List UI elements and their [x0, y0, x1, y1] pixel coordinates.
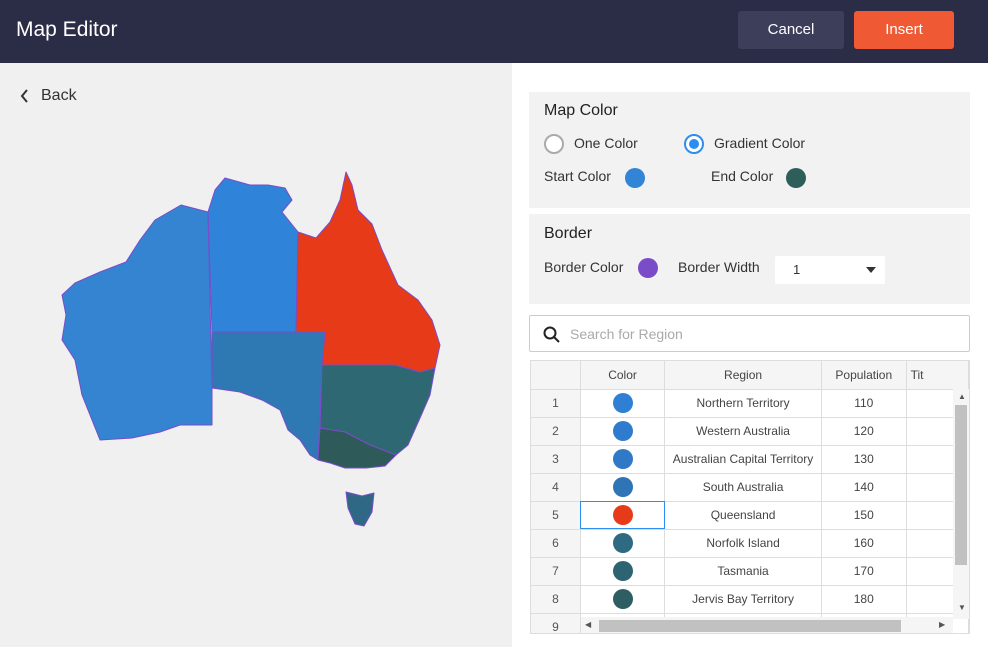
- region-cell[interactable]: South Australia: [664, 473, 822, 502]
- row-number: 2: [531, 417, 581, 446]
- table-row[interactable]: 3 Australian Capital Territory 130: [531, 445, 969, 474]
- table-row[interactable]: 7 Tasmania 170: [531, 557, 969, 586]
- population-cell[interactable]: 150: [821, 501, 907, 530]
- row-number: 6: [531, 529, 581, 558]
- corner-cell: [531, 361, 581, 390]
- border-width-value: 1: [793, 262, 801, 277]
- start-color-swatch[interactable]: [625, 168, 645, 188]
- table-row[interactable]: 2 Western Australia 120: [531, 417, 969, 446]
- map-region-western-australia[interactable]: [61, 204, 213, 441]
- border-panel: Border Border Color Border Width 1: [529, 214, 970, 304]
- color-swatch[interactable]: [612, 589, 633, 609]
- gradient-color-radio[interactable]: [684, 134, 704, 154]
- scroll-left-icon[interactable]: ◀: [585, 620, 591, 629]
- color-cell[interactable]: [580, 585, 666, 614]
- population-cell[interactable]: 110: [821, 389, 907, 418]
- population-cell[interactable]: 140: [821, 473, 907, 502]
- color-swatch[interactable]: [612, 561, 633, 581]
- region-table: Color Region Population Tit 1 Northern Te…: [530, 360, 970, 634]
- scroll-up-icon[interactable]: ▲: [958, 392, 966, 401]
- column-header-population[interactable]: Population: [821, 361, 907, 390]
- color-swatch[interactable]: [612, 533, 633, 553]
- color-swatch[interactable]: [612, 477, 633, 497]
- map-color-panel: Map Color One Color Gradient Color Start…: [529, 92, 970, 208]
- insert-button[interactable]: Insert: [854, 11, 954, 49]
- scroll-right-icon[interactable]: ▶: [939, 620, 945, 629]
- color-swatch[interactable]: [612, 421, 633, 441]
- region-cell[interactable]: Australian Capital Territory: [664, 445, 822, 474]
- region-cell[interactable]: Queensland: [664, 501, 822, 530]
- color-swatch[interactable]: [612, 393, 633, 413]
- row-number: 1: [531, 389, 581, 418]
- color-cell[interactable]: [580, 389, 666, 418]
- australia-map: [61, 171, 441, 527]
- population-cell[interactable]: 160: [821, 529, 907, 558]
- region-cell[interactable]: Norfolk Island: [664, 529, 822, 558]
- border-width-select[interactable]: 1: [775, 256, 885, 284]
- border-color-label: Border Color: [544, 259, 624, 275]
- region-cell[interactable]: Western Australia: [664, 417, 822, 446]
- gradient-color-label: Gradient Color: [714, 135, 806, 151]
- vertical-scrollbar[interactable]: ▲ ▼: [953, 389, 969, 619]
- scroll-down-icon[interactable]: ▼: [958, 603, 966, 612]
- region-search: [529, 315, 970, 352]
- map-color-title: Map Color: [544, 102, 618, 119]
- color-cell[interactable]: [580, 473, 666, 502]
- border-color-swatch[interactable]: [638, 258, 658, 278]
- color-cell[interactable]: [580, 417, 666, 446]
- region-cell[interactable]: Jervis Bay Territory: [664, 585, 822, 614]
- population-cell[interactable]: 130: [821, 445, 907, 474]
- population-cell[interactable]: 180: [821, 585, 907, 614]
- color-cell[interactable]: [580, 557, 666, 586]
- app-title: Map Editor: [16, 18, 118, 41]
- row-number: 4: [531, 473, 581, 502]
- row-number: 9: [531, 613, 581, 633]
- population-cell[interactable]: 170: [821, 557, 907, 586]
- color-cell[interactable]: [580, 529, 666, 558]
- region-cell[interactable]: Tasmania: [664, 557, 822, 586]
- cancel-button[interactable]: Cancel: [738, 11, 844, 49]
- population-cell[interactable]: 120: [821, 417, 907, 446]
- one-color-radio[interactable]: [544, 134, 564, 154]
- color-swatch[interactable]: [612, 505, 633, 525]
- search-icon: [543, 326, 560, 343]
- start-color-label: Start Color: [544, 168, 611, 184]
- horizontal-scrollbar[interactable]: ◀ ▶: [581, 617, 953, 633]
- row-number: 7: [531, 557, 581, 586]
- horizontal-scroll-thumb[interactable]: [599, 620, 901, 632]
- search-input[interactable]: [570, 324, 960, 344]
- row-number: 3: [531, 445, 581, 474]
- map-region-tasmania[interactable]: [345, 491, 375, 527]
- map-preview-pane: Back: [0, 63, 512, 647]
- one-color-label: One Color: [574, 135, 638, 151]
- vertical-scroll-thumb[interactable]: [955, 405, 967, 565]
- map-region-northern-territory[interactable]: [207, 177, 299, 333]
- color-cell[interactable]: [580, 501, 666, 530]
- column-header-title[interactable]: Tit: [906, 361, 969, 390]
- color-swatch[interactable]: [612, 449, 633, 469]
- row-number: 8: [531, 585, 581, 614]
- row-number: 5: [531, 501, 581, 530]
- column-header-color[interactable]: Color: [580, 361, 666, 390]
- end-color-label: End Color: [711, 168, 774, 184]
- table-row[interactable]: 8 Jervis Bay Territory 180: [531, 585, 969, 614]
- end-color-swatch[interactable]: [786, 168, 806, 188]
- table-header-row: Color Region Population Tit: [531, 361, 969, 390]
- table-row[interactable]: 6 Norfolk Island 160: [531, 529, 969, 558]
- caret-down-icon: [866, 267, 876, 273]
- border-title: Border: [544, 225, 593, 242]
- color-cell[interactable]: [580, 445, 666, 474]
- table-row[interactable]: 4 South Australia 140: [531, 473, 969, 502]
- map-region-south-australia[interactable]: [211, 331, 326, 461]
- settings-pane: Map Color One Color Gradient Color Start…: [512, 63, 988, 647]
- table-row[interactable]: 1 Northern Territory 110: [531, 389, 969, 418]
- table-row[interactable]: 5 Queensland 150: [531, 501, 969, 530]
- region-data-grid: Color Region Population Tit 1 Northern Te…: [531, 361, 969, 633]
- region-cell[interactable]: Northern Territory: [664, 389, 822, 418]
- border-width-label: Border Width: [678, 259, 760, 275]
- title-bar: Map Editor Cancel Insert: [0, 0, 988, 63]
- column-header-region[interactable]: Region: [664, 361, 822, 390]
